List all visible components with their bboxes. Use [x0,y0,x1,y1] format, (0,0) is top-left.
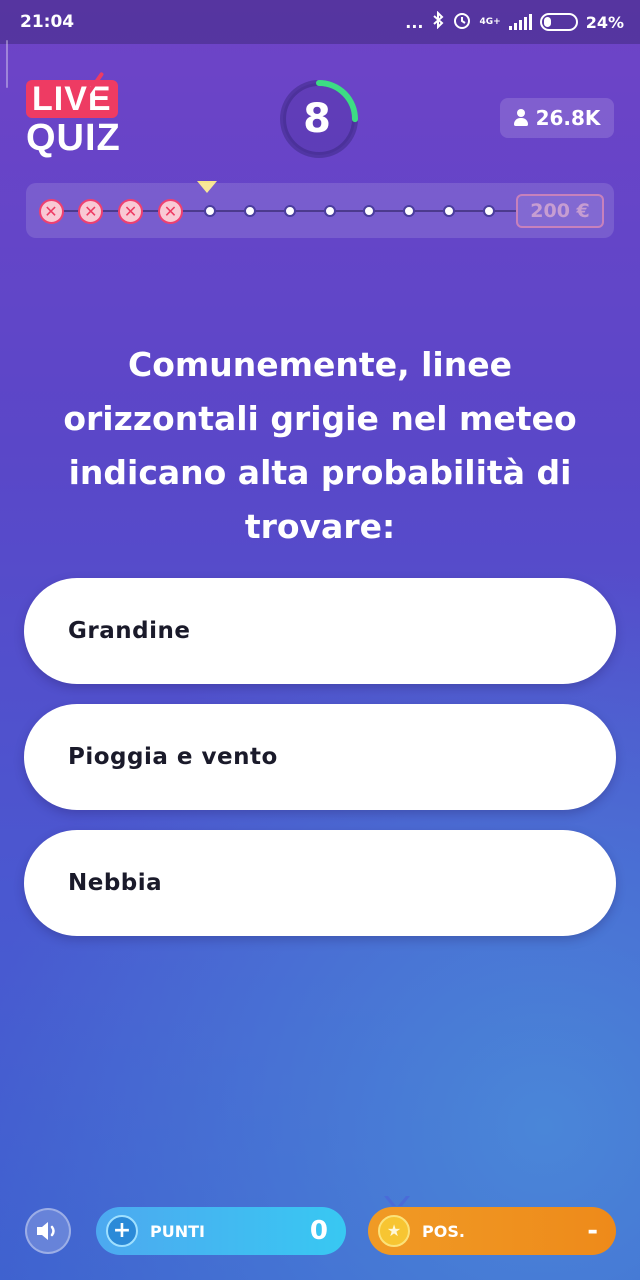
step-dot [443,205,455,217]
star-medal-icon: ★ [378,1215,410,1247]
question-text: Comunemente, linee orizzontali grigie ne… [63,345,577,546]
step-wrong-icon: ✕ [118,199,144,224]
timer-seconds: 8 [303,96,331,142]
step-dot [363,205,376,217]
step-wrong-icon: ✕ [78,199,104,224]
status-icons: ... 4G+ 24% [405,10,624,34]
answer-option-1[interactable]: Grandine [24,578,616,684]
sound-toggle-button[interactable] [25,1208,71,1254]
answer-option-2[interactable]: Pioggia e vento [24,704,616,810]
countdown-timer: 8 [278,78,360,160]
status-time: 21:04 [20,12,75,32]
battery-icon [539,13,578,31]
step-dot [244,205,256,217]
bluetooth-icon [432,10,444,33]
points-label: PUNTI [150,1221,205,1241]
battery-level [543,17,551,27]
network-type-label: 4G+ [479,16,501,27]
question-progress-track: 200 € ✕ ✕ ✕ ✕ [26,183,614,238]
user-icon [513,109,528,127]
scroll-indicator [6,40,8,88]
battery-percent: 24% [585,12,624,32]
logo-quiz-text: QUIZ [26,117,121,159]
position-pill[interactable]: ★ POS. - [368,1207,616,1255]
speaker-icon [37,1222,55,1240]
logo-live-text: LIVE [26,80,118,118]
step-dot [482,205,495,217]
step-wrong-icon: ✕ [38,199,64,224]
signal-icon [508,14,532,30]
more-dots-icon: ... [405,12,424,32]
viewer-count: 26.8K [535,106,601,130]
bottom-bar: + PUNTI 0 ★ POS. - [0,1196,640,1264]
viewer-count-badge: 26.8K [500,98,614,138]
step-dot [204,205,217,217]
prize-badge: 200 € [516,194,604,228]
points-value: 0 [309,1216,328,1246]
step-wrong-icon: ✕ [157,199,183,224]
plus-icon: + [106,1215,138,1247]
step-dot [323,205,336,217]
answer-option-3[interactable]: Nebbia [24,830,616,936]
step-dot [283,205,296,217]
position-value: - [587,1216,598,1246]
step-dot [403,205,416,217]
medal-ribbon-icon [384,1196,410,1206]
live-quiz-logo: LIVE QUIZ [26,80,126,160]
alarm-icon [452,10,472,34]
points-pill[interactable]: + PUNTI 0 [96,1207,346,1255]
position-label: POS. [422,1221,465,1241]
status-bar: 21:04 ... 4G+ 24% [0,0,640,44]
